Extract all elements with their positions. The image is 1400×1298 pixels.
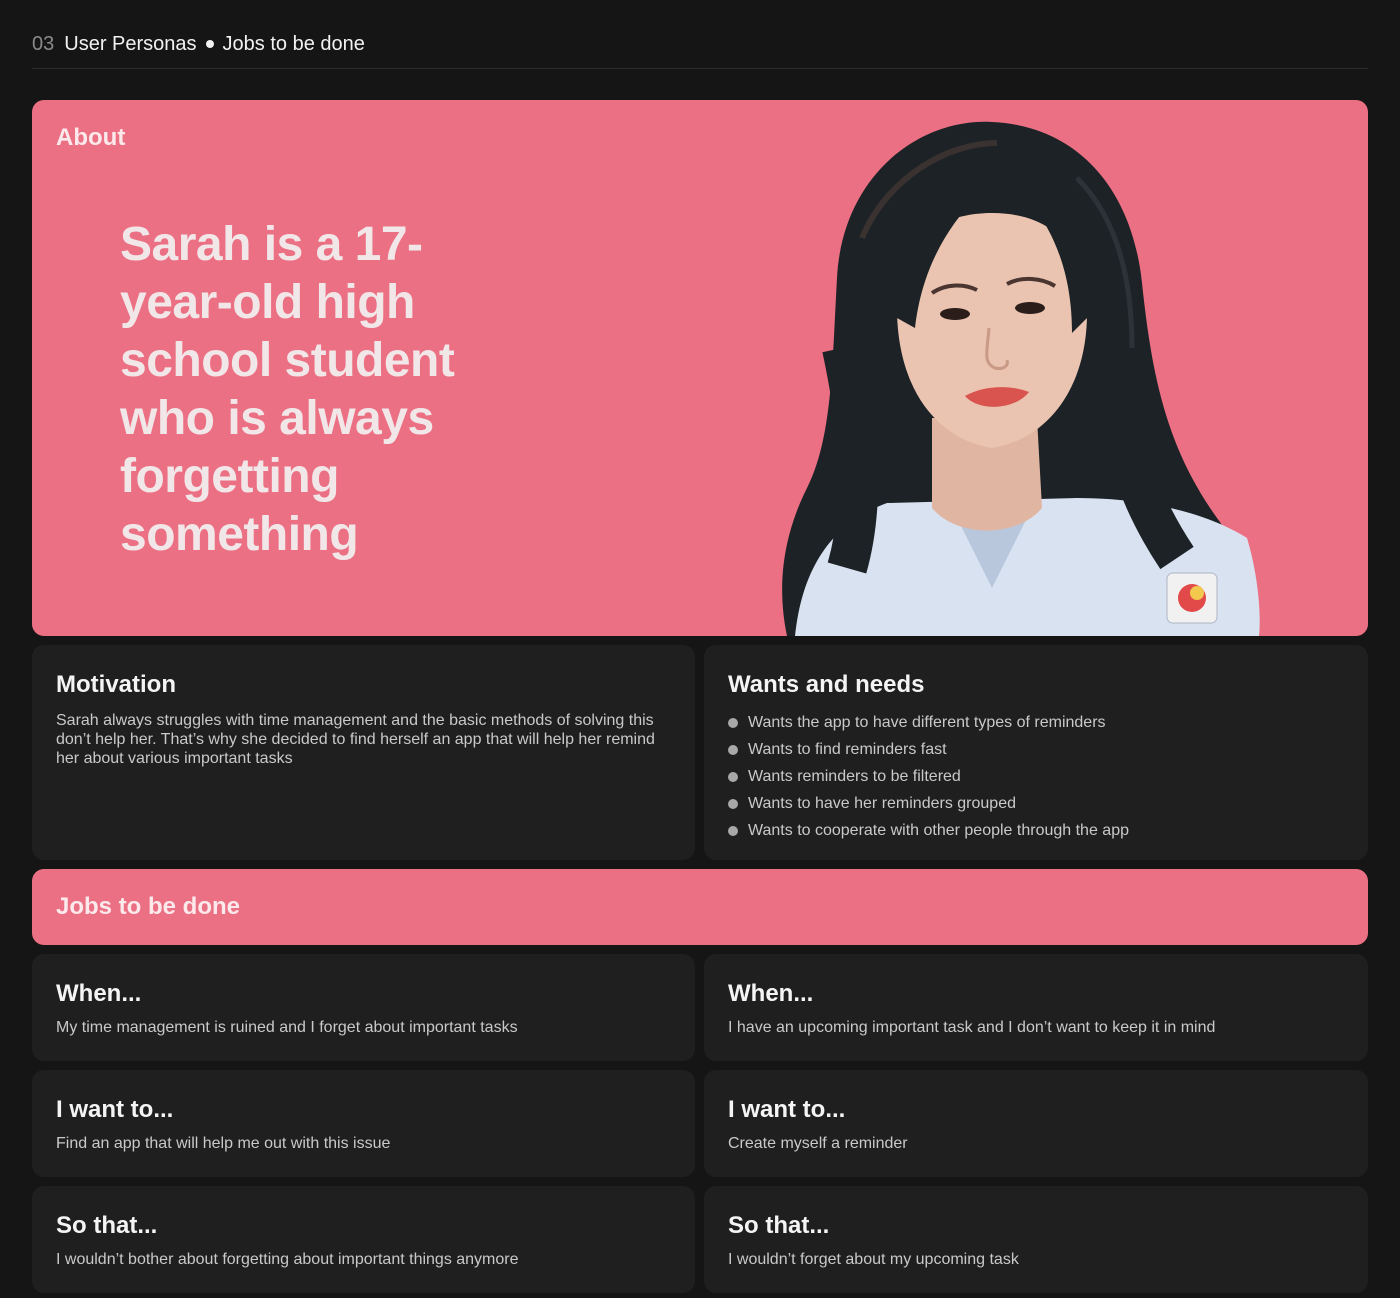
job-card-text: Create myself a reminder bbox=[728, 1135, 908, 1152]
bullet-icon bbox=[728, 771, 738, 782]
job-card-when-2: When... I have an upcoming important tas… bbox=[704, 954, 1368, 1061]
wants-card: Wants and needs Wants the app to have di… bbox=[704, 645, 1368, 860]
section-number: 03 bbox=[32, 33, 55, 55]
bullet-icon bbox=[728, 798, 738, 809]
job-card-want-2: I want to... Create myself a reminder bbox=[704, 1070, 1368, 1177]
motivation-text: Sarah always struggles with time managem… bbox=[56, 712, 655, 767]
job-card-sothat-2: So that... I wouldn’t forget about my up… bbox=[704, 1186, 1368, 1293]
section-title: User Personas bbox=[64, 33, 197, 55]
job-card-title: When... bbox=[56, 980, 142, 1007]
job-card-sothat-1: So that... I wouldn’t bother about forge… bbox=[32, 1186, 695, 1293]
job-card-title: So that... bbox=[56, 1212, 158, 1239]
job-card-want-1: I want to... Find an app that will help … bbox=[32, 1070, 695, 1177]
separator-dot bbox=[205, 40, 214, 48]
list-item: Wants to have her reminders grouped bbox=[728, 790, 1129, 817]
motivation-card: Motivation Sarah always struggles with t… bbox=[32, 645, 695, 860]
about-label: About bbox=[56, 124, 126, 151]
wants-title: Wants and needs bbox=[728, 671, 925, 698]
job-card-text: I wouldn’t bother about forgetting about… bbox=[56, 1251, 519, 1268]
page-header: 03 User Personas Jobs to be done bbox=[32, 30, 1368, 69]
about-panel: About Sarah is a 17-year-old high school… bbox=[32, 100, 1368, 636]
wants-list: Wants the app to have different types of… bbox=[728, 709, 1129, 844]
jobs-label: Jobs to be done bbox=[56, 893, 241, 920]
job-card-title: I want to... bbox=[56, 1096, 174, 1123]
persona-headline: Sarah is a 17-year-old high school stude… bbox=[120, 218, 455, 561]
list-item: Wants to cooperate with other people thr… bbox=[728, 817, 1129, 844]
job-card-title: I want to... bbox=[728, 1096, 846, 1123]
persona-photo bbox=[782, 121, 1260, 636]
jobs-banner: Jobs to be done bbox=[32, 869, 1368, 945]
bullet-icon bbox=[728, 744, 738, 755]
job-card-text: My time management is ruined and I forge… bbox=[56, 1019, 518, 1036]
list-item: Wants the app to have different types of… bbox=[728, 709, 1129, 736]
motivation-title: Motivation bbox=[56, 671, 176, 698]
job-card-when-1: When... My time management is ruined and… bbox=[32, 954, 695, 1061]
job-card-text: I wouldn’t forget about my upcoming task bbox=[728, 1251, 1019, 1268]
list-item: Wants reminders to be filtered bbox=[728, 763, 1129, 790]
job-card-title: When... bbox=[728, 980, 814, 1007]
job-card-text: Find an app that will help me out with t… bbox=[56, 1135, 391, 1152]
bullet-icon bbox=[728, 717, 738, 728]
job-card-title: So that... bbox=[728, 1212, 830, 1239]
list-item: Wants to find reminders fast bbox=[728, 736, 1129, 763]
job-card-text: I have an upcoming important task and I … bbox=[728, 1019, 1216, 1036]
bullet-icon bbox=[728, 825, 738, 836]
section-subtitle: Jobs to be done bbox=[222, 33, 365, 55]
